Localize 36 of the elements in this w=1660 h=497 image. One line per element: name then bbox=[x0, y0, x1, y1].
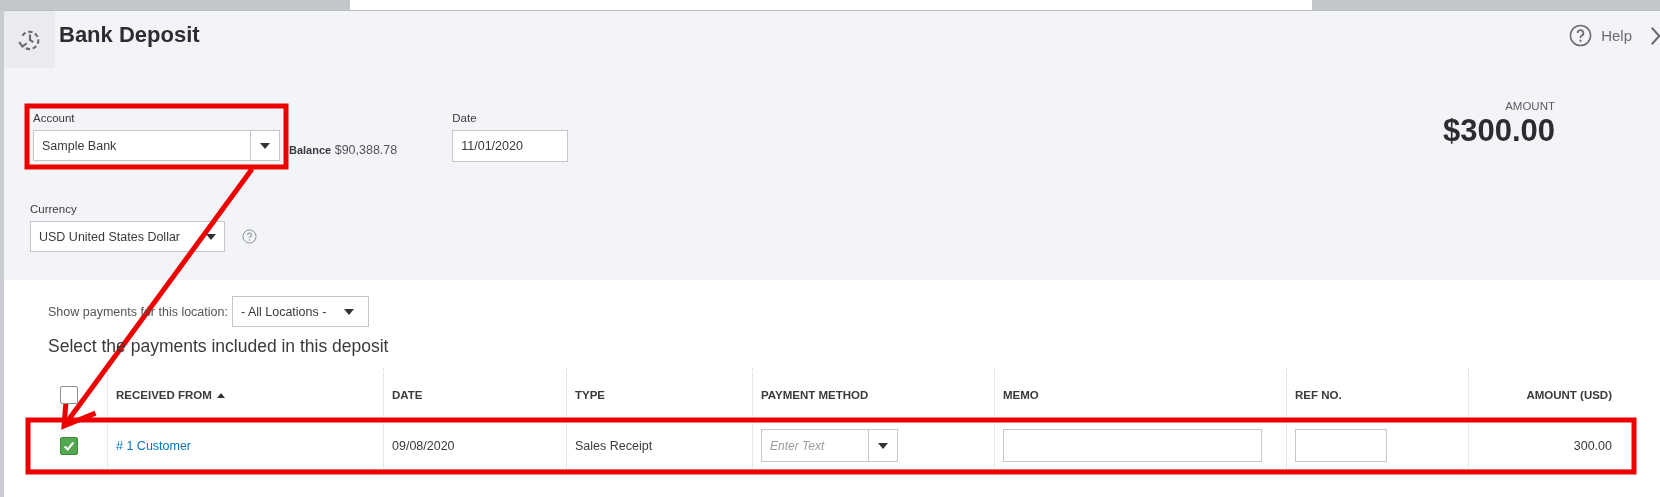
field-label: Currency bbox=[30, 203, 78, 215]
column-header[interactable]: REF NO. bbox=[1295, 389, 1342, 401]
balance-text: Balance $90,388.78 bbox=[289, 143, 398, 157]
table-cell: Sales Receipt bbox=[575, 438, 653, 453]
amount-total: $300.00 bbox=[1442, 113, 1555, 149]
dropdown-button[interactable] bbox=[869, 429, 898, 462]
date-field[interactable]: 11/01/2020 bbox=[452, 130, 569, 162]
caret-icon bbox=[343, 308, 354, 315]
customer-link[interactable]: # 1 Customer bbox=[116, 438, 192, 453]
checkbox[interactable] bbox=[59, 386, 78, 404]
column-header[interactable]: TYPE bbox=[575, 389, 606, 401]
field-label: Account bbox=[33, 112, 76, 124]
column-header[interactable]: AMOUNT (USD) bbox=[1526, 389, 1612, 401]
field-label: Date bbox=[452, 112, 478, 124]
caret-icon bbox=[878, 442, 888, 449]
checkbox[interactable] bbox=[59, 436, 78, 455]
currency-dropdown[interactable]: USD United States Dollar bbox=[30, 221, 225, 252]
account-dropdown[interactable]: Sample Bank bbox=[33, 130, 280, 161]
amount-label: AMOUNT bbox=[1505, 100, 1555, 112]
column-header[interactable]: RECEIVED FROM bbox=[116, 389, 212, 401]
page-title: Bank Deposit bbox=[59, 21, 200, 48]
column-header[interactable]: PAYMENT METHOD bbox=[761, 389, 869, 401]
memo-field[interactable] bbox=[1003, 429, 1262, 462]
table-cell: 09/08/2020 bbox=[392, 438, 455, 453]
caret-icon bbox=[260, 142, 270, 149]
column-header[interactable]: DATE bbox=[392, 389, 423, 401]
help-link[interactable]: Help bbox=[1601, 27, 1632, 44]
close-panel-icon[interactable] bbox=[1650, 24, 1660, 47]
payment-method-field[interactable]: Enter Text bbox=[761, 429, 869, 462]
column-header[interactable]: MEMO bbox=[1003, 389, 1039, 401]
help-icon[interactable] bbox=[1569, 24, 1593, 47]
ref-field[interactable] bbox=[1295, 429, 1387, 462]
table-cell: 300.00 bbox=[1573, 438, 1612, 453]
caret-icon bbox=[206, 233, 216, 240]
help-icon[interactable] bbox=[242, 229, 257, 244]
location-dropdown[interactable]: - All Locations - bbox=[231, 296, 369, 327]
